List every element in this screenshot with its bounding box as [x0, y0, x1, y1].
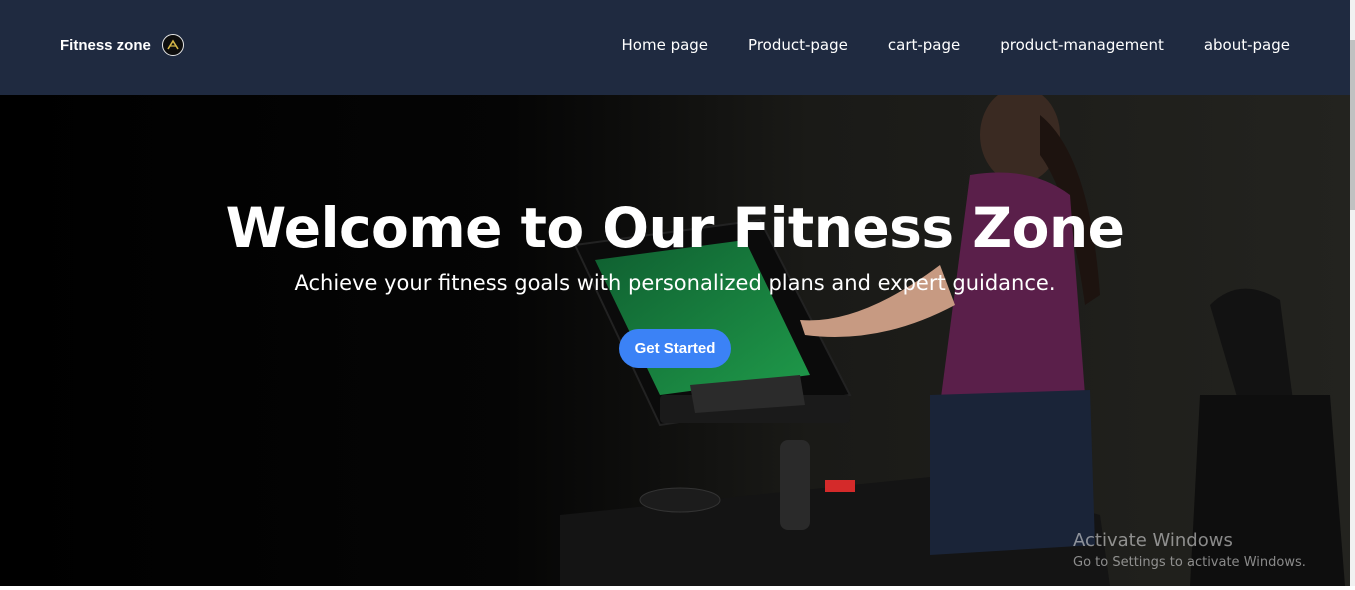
- hero-section: Welcome to Our Fitness Zone Achieve your…: [0, 95, 1350, 586]
- nav-link-home[interactable]: Home page: [622, 36, 709, 54]
- hero-title: Welcome to Our Fitness Zone: [225, 196, 1125, 260]
- nav-link-cart[interactable]: cart-page: [888, 36, 960, 54]
- brand-name: Fitness zone: [60, 36, 151, 54]
- page-scrollbar[interactable]: [1350, 0, 1355, 586]
- scrollbar-thumb[interactable]: [1350, 40, 1355, 210]
- nav-link-product[interactable]: Product-page: [748, 36, 848, 54]
- nav-link-product-management[interactable]: product-management: [1000, 36, 1164, 54]
- watermark-subtitle: Go to Settings to activate Windows.: [1073, 555, 1306, 570]
- activate-windows-watermark: Activate Windows Go to Settings to activ…: [1073, 530, 1306, 572]
- brand-link[interactable]: Fitness zone: [60, 34, 184, 56]
- watermark-title: Activate Windows: [1073, 530, 1233, 551]
- nav-links: Home page Product-page cart-page product…: [622, 36, 1291, 54]
- get-started-button[interactable]: Get Started: [618, 329, 732, 368]
- navbar: Fitness zone Home page Product-page cart…: [0, 0, 1350, 95]
- hero-content: Welcome to Our Fitness Zone Achieve your…: [0, 195, 1350, 368]
- fitness-logo-icon: [161, 34, 184, 56]
- hero-subtitle: Achieve your fitness goals with personal…: [294, 271, 1056, 295]
- nav-link-about[interactable]: about-page: [1204, 36, 1290, 54]
